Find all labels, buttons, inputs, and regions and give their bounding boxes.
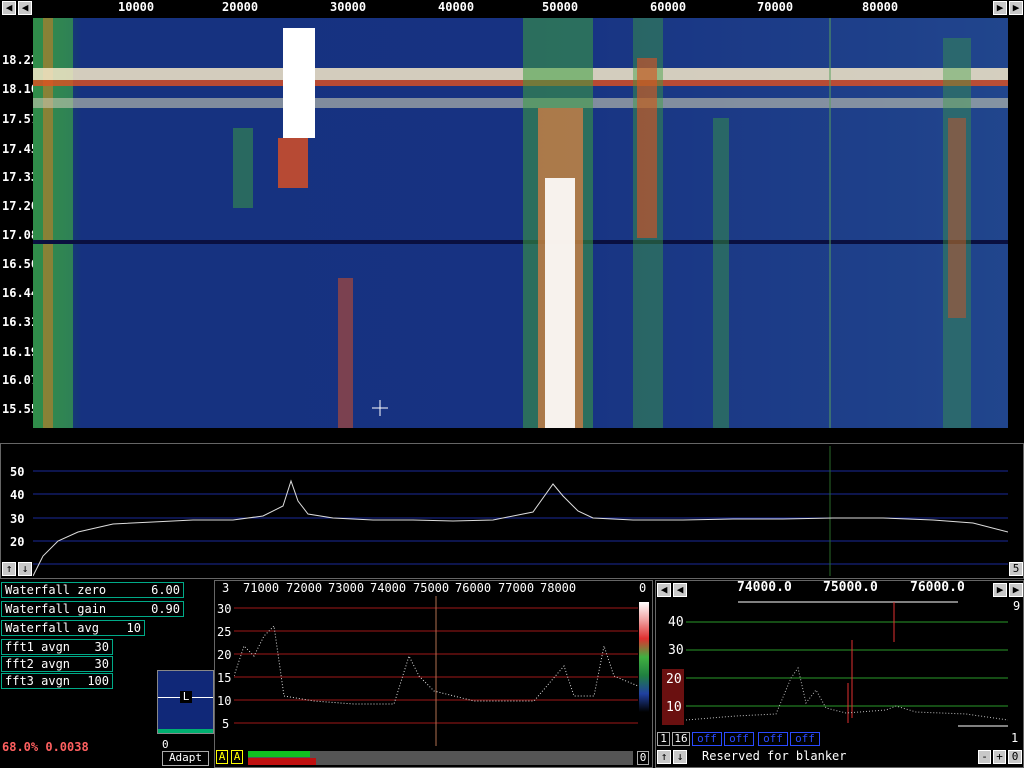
param-waterfall-zero[interactable]: Waterfall zero 6.00: [1, 582, 184, 598]
zoom-y-label: 20: [217, 648, 232, 662]
param-fft3-avgn[interactable]: fft3 avgn 100: [1, 673, 113, 689]
zoom-bar-track[interactable]: [248, 751, 633, 765]
param-waterfall-gain[interactable]: Waterfall gain 0.90: [1, 601, 184, 617]
adapt-button[interactable]: Adapt: [162, 751, 209, 766]
top-frequency-scale: ◀ ◀ ▶ ▶ 10000 20000 30000 40000 50000 60…: [0, 0, 1024, 16]
spectrum-y-label: 20: [10, 535, 25, 549]
fine-tick: 75000.0: [823, 580, 878, 595]
scroll-right-button[interactable]: ▶: [1009, 1, 1023, 15]
fine-spectrum-graph[interactable]: [686, 598, 1008, 730]
spectrum-graph[interactable]: [33, 446, 1008, 576]
scroll-right-fast-button[interactable]: ▶: [993, 1, 1007, 15]
fine-y-label: 30: [668, 643, 684, 658]
zoom-a2-button[interactable]: A: [231, 750, 243, 764]
zoom-y-label: 15: [217, 671, 232, 685]
fine-y-label: 40: [668, 615, 684, 630]
zoom-tick: 77000: [498, 581, 535, 595]
zoom-y-label: 25: [217, 625, 232, 639]
fine-box-1[interactable]: 1: [657, 732, 670, 746]
fine-box-16[interactable]: 16: [672, 732, 690, 746]
spectrum-up-button[interactable]: ↑: [2, 562, 16, 576]
param-fft2-avgn[interactable]: fft2 avgn 30: [1, 656, 113, 672]
zoom-spectrum-graph[interactable]: [234, 596, 638, 746]
fine-down-button[interactable]: ↓: [673, 750, 687, 764]
freq-tick: 80000: [862, 0, 899, 14]
param-value: 30: [94, 640, 109, 654]
freq-tick: 40000: [438, 0, 475, 14]
param-fft1-avgn[interactable]: fft1 avgn 30: [1, 639, 113, 655]
fine-off-button-4[interactable]: off: [790, 732, 820, 746]
param-value: 30: [94, 657, 109, 671]
meter-bar: [158, 729, 213, 733]
param-waterfall-avg[interactable]: Waterfall avg 10: [1, 620, 145, 636]
waterfall-display[interactable]: [33, 18, 1008, 428]
fine-up-button[interactable]: ↑: [657, 750, 671, 764]
zoom-tick: 78000: [540, 581, 577, 595]
spectrum-down-button[interactable]: ↓: [18, 562, 32, 576]
fine-off-button-1[interactable]: off: [692, 732, 722, 746]
zoom-color-scale: [639, 602, 649, 712]
fine-off-button-3[interactable]: off: [758, 732, 788, 746]
param-label: fft1 avgn: [5, 640, 71, 654]
param-value: 10: [126, 621, 141, 635]
spectrum-scale-box[interactable]: 5: [1009, 562, 1023, 576]
meter-channel-label: L: [180, 691, 192, 703]
freq-tick: 70000: [757, 0, 794, 14]
fine-scroll-right-button[interactable]: ▶: [1009, 583, 1023, 597]
zoom-y-label: 10: [217, 694, 232, 708]
meter-zero-label: 0: [162, 738, 169, 751]
zoom-bar-red: [248, 758, 316, 765]
fine-off-button-2[interactable]: off: [724, 732, 754, 746]
param-label: Waterfall gain: [5, 602, 107, 616]
fine-scroll-right-fast-button[interactable]: ▶: [993, 583, 1007, 597]
fine-scroll-left-fast-button[interactable]: ◀: [673, 583, 687, 597]
param-label: fft2 avgn: [5, 657, 71, 671]
zoom-tick: 71000: [243, 581, 280, 595]
fine-tick: 74000.0: [737, 580, 792, 595]
fine-scroll-left-button[interactable]: ◀: [657, 583, 671, 597]
param-value: 100: [87, 674, 109, 688]
fine-zero-button[interactable]: 0: [1008, 750, 1022, 764]
freq-tick: 50000: [542, 0, 579, 14]
zoom-tick: 72000: [286, 581, 323, 595]
zoom-right-number: 0: [639, 581, 647, 595]
zoom-y-label: 5: [222, 717, 230, 731]
spectrum-y-label: 50: [10, 465, 25, 479]
freq-tick: 60000: [650, 0, 687, 14]
cpu-status-text: 68.0% 0.0038: [2, 740, 89, 754]
param-value: 0.90: [151, 602, 180, 616]
reserved-blanker-label: Reserved for blanker: [702, 749, 847, 763]
fine-y-label: 20: [666, 672, 682, 687]
zoom-tick: 74000: [370, 581, 407, 595]
scroll-left-button[interactable]: ◀: [2, 1, 16, 15]
level-meter: L: [157, 670, 214, 734]
param-label: fft3 avgn: [5, 674, 71, 688]
freq-tick: 20000: [222, 0, 259, 14]
spectrum-y-label: 30: [10, 512, 25, 526]
zoom-tick: 75000: [413, 581, 450, 595]
param-label: Waterfall avg: [5, 621, 99, 635]
fine-right-bottom-number: 1: [1011, 731, 1019, 745]
fine-tick: 76000.0: [910, 580, 965, 595]
zoom-left-number: 3: [222, 581, 230, 595]
param-value: 6.00: [151, 583, 180, 597]
zoom-tick: 73000: [328, 581, 365, 595]
zoom-tick: 76000: [455, 581, 492, 595]
scroll-left-fast-button[interactable]: ◀: [18, 1, 32, 15]
fine-right-top-number: 9: [1013, 599, 1021, 613]
fine-minus-button[interactable]: -: [978, 750, 991, 764]
fine-y-label: 10: [666, 700, 682, 715]
zoom-bar-green: [248, 751, 310, 757]
freq-tick: 10000: [118, 0, 155, 14]
param-label: Waterfall zero: [5, 583, 107, 597]
spectrum-y-label: 40: [10, 488, 25, 502]
zoom-bottom-right-box[interactable]: 0: [637, 751, 649, 765]
freq-tick: 30000: [330, 0, 367, 14]
zoom-y-label: 30: [217, 602, 232, 616]
zoom-a1-button[interactable]: A: [216, 750, 228, 764]
fine-plus-button[interactable]: +: [993, 750, 1006, 764]
